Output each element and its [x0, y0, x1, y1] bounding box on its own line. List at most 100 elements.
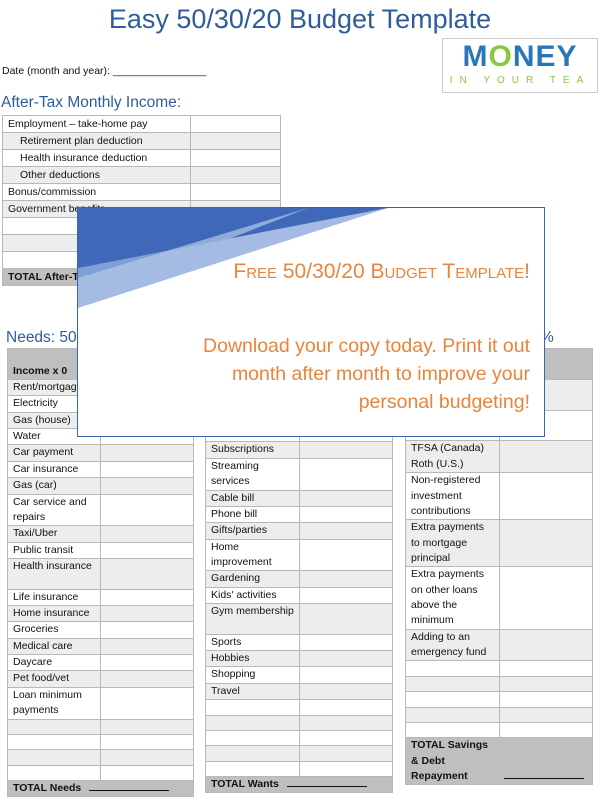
amount-cell[interactable] [100, 444, 194, 462]
blank-cell [405, 675, 500, 693]
amount-cell[interactable] [190, 166, 281, 184]
amount-cell[interactable] [299, 457, 393, 491]
promo-popup[interactable]: Free 50/30/20 Budget Template! Download … [77, 207, 545, 437]
amount-cell[interactable] [299, 522, 393, 540]
amount-cell[interactable] [190, 132, 281, 150]
row-label: Streaming services [205, 457, 300, 491]
amount-cell[interactable] [499, 440, 593, 474]
row-label: Home improvement [205, 538, 300, 572]
amount-cell[interactable] [499, 675, 593, 693]
table-row: Cable bill [205, 489, 393, 507]
table-row: Travel [205, 682, 393, 701]
blank-cell [205, 699, 300, 716]
table-row: Hobbies [205, 650, 393, 668]
amount-cell[interactable] [499, 566, 593, 630]
table-row: Shopping [205, 666, 393, 684]
table-row: Health insurance [7, 557, 194, 590]
amount-cell[interactable] [299, 586, 393, 605]
amount-cell[interactable] [299, 633, 393, 652]
table-row [405, 721, 593, 739]
amount-cell[interactable] [499, 721, 593, 739]
amount-cell[interactable] [499, 628, 593, 662]
amount-cell[interactable] [100, 557, 194, 590]
amount-cell[interactable] [100, 588, 194, 607]
amount-cell[interactable] [100, 621, 194, 639]
row-label: Car payment [7, 444, 101, 462]
promo-text: Download your copy today. Print it out m… [203, 335, 530, 413]
amount-cell[interactable] [499, 519, 593, 568]
amount-cell[interactable] [100, 493, 194, 527]
blank-cell [405, 691, 500, 708]
table-row: Other deductions [2, 166, 281, 184]
amount-cell[interactable] [499, 706, 593, 723]
amount-cell[interactable] [190, 115, 281, 133]
amount-cell[interactable] [299, 729, 393, 747]
table-row [7, 764, 194, 781]
amount-cell[interactable] [499, 660, 593, 677]
table-row: Adding to an emergency fund [405, 628, 593, 662]
row-label: Travel [205, 682, 300, 701]
amount-cell[interactable] [190, 149, 281, 167]
amount-cell[interactable] [299, 745, 393, 762]
row-label: Gas (car) [7, 477, 101, 495]
amount-cell[interactable] [100, 670, 194, 688]
total-blank-line[interactable] [504, 769, 584, 779]
amount-cell[interactable] [299, 760, 393, 777]
total-blank-line[interactable] [286, 777, 367, 787]
table-row [405, 675, 593, 693]
amount-cell[interactable] [100, 525, 194, 543]
amount-cell[interactable] [299, 441, 393, 459]
amount-cell[interactable] [100, 764, 194, 781]
amount-cell[interactable] [100, 686, 194, 720]
table-row: Gas (car) [7, 477, 194, 495]
table-row: Sports [205, 633, 393, 652]
table-row: Extra payments on other loans above the … [405, 566, 593, 630]
amount-cell[interactable] [299, 489, 393, 507]
total-label: TOTAL Needs [13, 781, 82, 794]
table-row: Kids' activities [205, 586, 393, 605]
row-label: Shopping [205, 666, 300, 684]
total-blank-line[interactable] [89, 781, 170, 791]
amount-cell[interactable] [100, 749, 194, 766]
blank-cell [405, 721, 500, 739]
blank-cell [205, 714, 300, 731]
amount-cell[interactable] [299, 714, 393, 731]
blank-cell [405, 706, 500, 723]
row-label: Car insurance [7, 460, 101, 479]
amount-cell[interactable] [100, 654, 194, 672]
amount-cell[interactable] [100, 733, 194, 751]
amount-cell[interactable] [100, 637, 194, 656]
amount-cell[interactable] [299, 650, 393, 668]
blank-cell [205, 745, 300, 762]
amount-cell[interactable] [190, 183, 281, 201]
row-label: Non-registered investment contributions [405, 472, 500, 521]
table-row: Taxi/Uber [7, 525, 194, 543]
row-label: Subscriptions [205, 441, 300, 459]
table-row: Home improvement [205, 538, 393, 572]
amount-cell[interactable] [100, 605, 194, 623]
amount-cell[interactable] [299, 570, 393, 588]
amount-cell[interactable] [100, 718, 194, 735]
table-row: Public transit [7, 541, 194, 559]
amount-cell[interactable] [100, 460, 194, 479]
amount-cell[interactable] [299, 699, 393, 716]
amount-cell[interactable] [499, 691, 593, 708]
table-row [205, 729, 393, 747]
amount-cell[interactable] [299, 538, 393, 572]
total-label: TOTAL Savings & Debt Repayment [411, 739, 489, 782]
row-label: Public transit [7, 541, 101, 559]
table-row [205, 699, 393, 716]
row-label: Sports [205, 633, 300, 652]
amount-cell[interactable] [299, 682, 393, 701]
promo-title: Free 50/30/20 Budget Template! [233, 260, 530, 283]
amount-cell[interactable] [299, 603, 393, 635]
amount-cell[interactable] [299, 666, 393, 684]
amount-cell[interactable] [299, 505, 393, 524]
blank-cell [205, 760, 300, 777]
row-label: Loan minimum payments [7, 686, 101, 720]
table-row: Phone bill [205, 505, 393, 524]
amount-cell[interactable] [100, 477, 194, 495]
amount-cell[interactable] [499, 472, 593, 521]
row-label: Hobbies [205, 650, 300, 668]
amount-cell[interactable] [100, 541, 194, 559]
